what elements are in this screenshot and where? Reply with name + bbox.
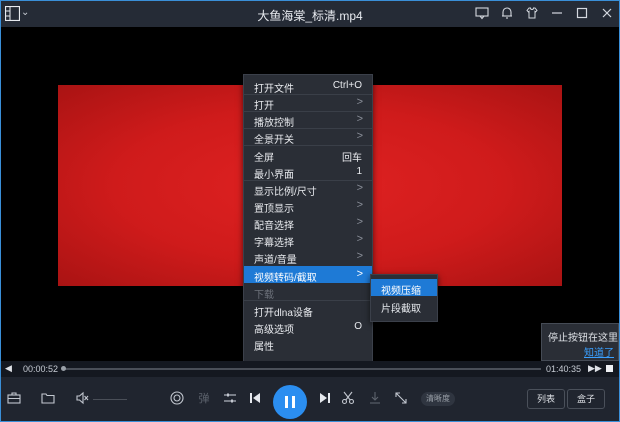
current-time: 00:00:52 xyxy=(23,364,59,374)
chevron-right-icon: > xyxy=(356,130,363,142)
menu-item-label: 播放控制 xyxy=(254,118,294,129)
menu-item-label: 属性 xyxy=(254,342,274,353)
close-icon[interactable] xyxy=(599,4,615,22)
rewind-icon[interactable]: ◀ xyxy=(5,363,12,374)
context-menu-item[interactable]: 置顶显示 > xyxy=(244,197,372,215)
chevron-right-icon: > xyxy=(356,268,363,280)
box-button[interactable]: 盒子 xyxy=(567,389,605,409)
context-menu-item[interactable]: 视频转码/截取 > xyxy=(244,266,372,284)
pause-icon xyxy=(285,396,288,408)
context-menu-item[interactable]: 播放控制 > xyxy=(244,111,372,129)
menu-item-label: 置顶显示 xyxy=(254,204,294,215)
progress-track[interactable] xyxy=(63,368,541,370)
chevron-right-icon: > xyxy=(356,250,363,262)
chevron-right-icon: > xyxy=(356,216,363,228)
menu-item-label: 高级选项 xyxy=(254,325,294,336)
context-menu-item[interactable]: 配音选择 > xyxy=(244,214,372,232)
download-icon[interactable] xyxy=(368,391,382,405)
play-pause-button[interactable] xyxy=(273,385,307,419)
menu-item-shortcut: 回车 xyxy=(342,153,362,164)
context-menu-item[interactable]: 显示比例/尺寸 > xyxy=(244,180,372,198)
menu-item-label: 视频转码/截取 xyxy=(254,273,317,284)
volume-slider[interactable] xyxy=(93,399,127,400)
context-menu-item[interactable]: 打开 > xyxy=(244,94,372,112)
open-folder-icon[interactable] xyxy=(41,391,55,405)
chevron-right-icon: > xyxy=(356,182,363,194)
menu-item-shortcut: Ctrl+O xyxy=(332,80,362,91)
previous-track-icon[interactable] xyxy=(249,392,261,404)
menu-item-label: 打开dlna设备 xyxy=(254,308,313,319)
menu-item-label: 全屏 xyxy=(254,153,274,164)
player-window: ⌄ 大鱼海棠_标清.mp4 打开文件 Ctrl+O 打开 > 播放控制 > 全景… xyxy=(0,0,620,422)
minimize-icon[interactable] xyxy=(549,4,565,22)
submenu-item-compress[interactable]: 视频压缩 xyxy=(371,279,437,297)
playlist-button[interactable]: 列表 xyxy=(527,389,565,409)
submenu-item-clip[interactable]: 片段截取 xyxy=(371,297,437,315)
chevron-right-icon: > xyxy=(356,96,363,108)
control-bar: 弹 列表 盒子 xyxy=(1,377,619,421)
menu-item-label: 全景开关 xyxy=(254,135,294,146)
stop-icon[interactable] xyxy=(606,365,613,372)
title-bar[interactable]: ⌄ 大鱼海棠_标清.mp4 xyxy=(1,1,619,27)
context-menu-item[interactable]: 全屏 回车 xyxy=(244,146,372,164)
quality-button[interactable]: 清晰度 xyxy=(421,392,455,406)
mute-icon[interactable] xyxy=(75,391,89,405)
next-track-icon[interactable] xyxy=(319,392,331,404)
stop-button-tooltip: 停止按钮在这里 知道了 xyxy=(541,323,619,361)
eye-icon[interactable] xyxy=(169,390,185,406)
total-time: 01:40:35 xyxy=(546,364,582,374)
menu-item-shortcut: 1 xyxy=(356,166,362,177)
context-menu-item[interactable]: 全景开关 > xyxy=(244,128,372,146)
equalizer-icon[interactable] xyxy=(223,391,237,405)
maximize-icon[interactable] xyxy=(574,4,590,22)
menu-item-label: 下载 xyxy=(254,290,274,301)
context-menu: 打开文件 Ctrl+O 打开 > 播放控制 > 全景开关 > 全屏 回车最小界面 1 显示比例/尺寸 >… xyxy=(243,74,373,370)
menu-item-label: 配音选择 xyxy=(254,221,294,232)
context-menu-item: 下载 xyxy=(244,283,372,301)
progress-bar-row: ◀ 00:00:52 01:40:35 ▶▶ xyxy=(1,361,619,377)
context-menu-item[interactable]: 打开文件 Ctrl+O xyxy=(244,77,372,95)
context-menu-item[interactable]: 属性 xyxy=(244,335,372,353)
chevron-right-icon: > xyxy=(356,199,363,211)
menu-item-label: 显示比例/尺寸 xyxy=(254,187,317,198)
tooltip-dismiss-link[interactable]: 知道了 xyxy=(584,344,614,359)
context-menu-item[interactable]: 高级选项 O xyxy=(244,318,372,336)
message-icon[interactable] xyxy=(474,4,490,22)
chevron-right-icon: > xyxy=(356,113,363,125)
context-menu-item[interactable]: 最小界面 1 xyxy=(244,163,372,181)
menu-item-label: 打开 xyxy=(254,101,274,112)
menu-item-shortcut: O xyxy=(354,321,362,332)
danmaku-button[interactable]: 弹 xyxy=(197,391,211,405)
context-menu-item[interactable]: 声道/音量 > xyxy=(244,248,372,266)
context-menu-item[interactable]: 打开dlna设备 xyxy=(244,301,372,319)
scissors-icon[interactable] xyxy=(341,391,355,405)
toolbox-icon[interactable] xyxy=(7,391,21,405)
menu-item-label: 声道/音量 xyxy=(254,255,297,266)
menu-item-label: 打开文件 xyxy=(254,84,294,95)
menu-item-label: 最小界面 xyxy=(254,170,294,181)
tooltip-text: 停止按钮在这里 xyxy=(548,333,618,344)
bell-icon[interactable] xyxy=(499,4,515,22)
menu-item-label: 字幕选择 xyxy=(254,238,294,249)
fullscreen-icon[interactable] xyxy=(394,391,408,405)
forward-icon[interactable]: ▶▶ xyxy=(588,363,602,374)
transcode-submenu: 视频压缩 片段截取 xyxy=(370,274,438,322)
chevron-right-icon: > xyxy=(356,233,363,245)
skin-shirt-icon[interactable] xyxy=(524,4,540,22)
progress-handle[interactable] xyxy=(61,366,66,371)
context-menu-item[interactable]: 字幕选择 > xyxy=(244,231,372,249)
